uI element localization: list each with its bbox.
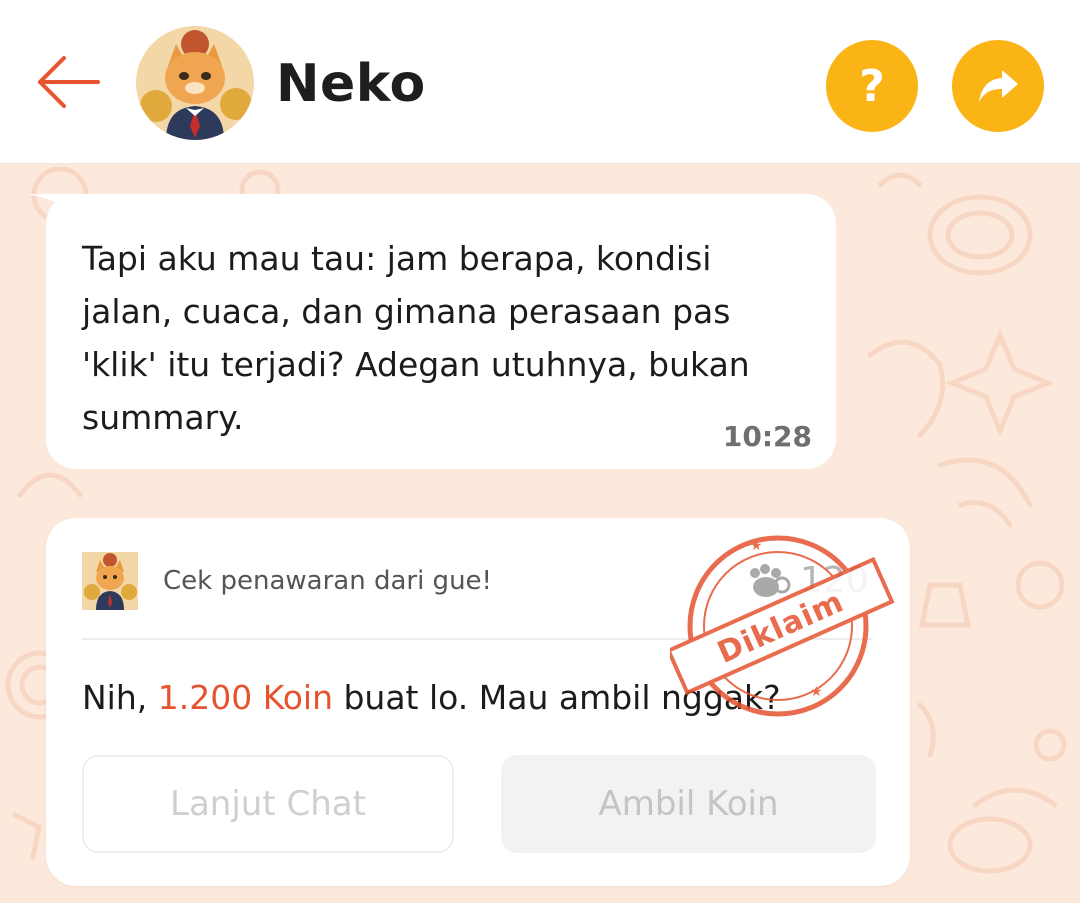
share-button[interactable] — [952, 40, 1044, 132]
card-divider — [82, 638, 872, 640]
message-timestamp: 10:28 — [722, 420, 812, 453]
chat-header: Neko ? — [0, 0, 1080, 164]
offer-message: Nih, 1.200 Koin buat lo. Mau ambil nggak… — [82, 678, 781, 717]
offer-cost-value: 120 — [800, 560, 869, 601]
offer-message-suffix: buat lo. Mau ambil nggak? — [332, 678, 781, 717]
question-icon: ? — [859, 60, 885, 112]
help-button[interactable]: ? — [826, 40, 918, 132]
back-button[interactable] — [34, 52, 104, 112]
claim-coins-button[interactable]: Ambil Koin — [501, 755, 876, 853]
share-arrow-icon — [979, 70, 1018, 102]
offer-cost: 120 — [748, 560, 869, 601]
page-title: Neko — [276, 54, 426, 114]
paw-icon — [750, 563, 791, 597]
continue-chat-button[interactable]: Lanjut Chat — [82, 755, 454, 853]
offer-header-text: Cek penawaran dari gue! — [163, 566, 492, 596]
arrow-left-icon — [38, 56, 100, 108]
message-text: Tapi aku mau tau: jam berapa, kondisi ja… — [82, 239, 750, 437]
offer-avatar — [82, 552, 138, 610]
offer-coin-amount: 1.200 Koin — [157, 678, 333, 717]
avatar[interactable] — [136, 26, 254, 140]
offer-message-prefix: Nih, — [82, 678, 158, 717]
